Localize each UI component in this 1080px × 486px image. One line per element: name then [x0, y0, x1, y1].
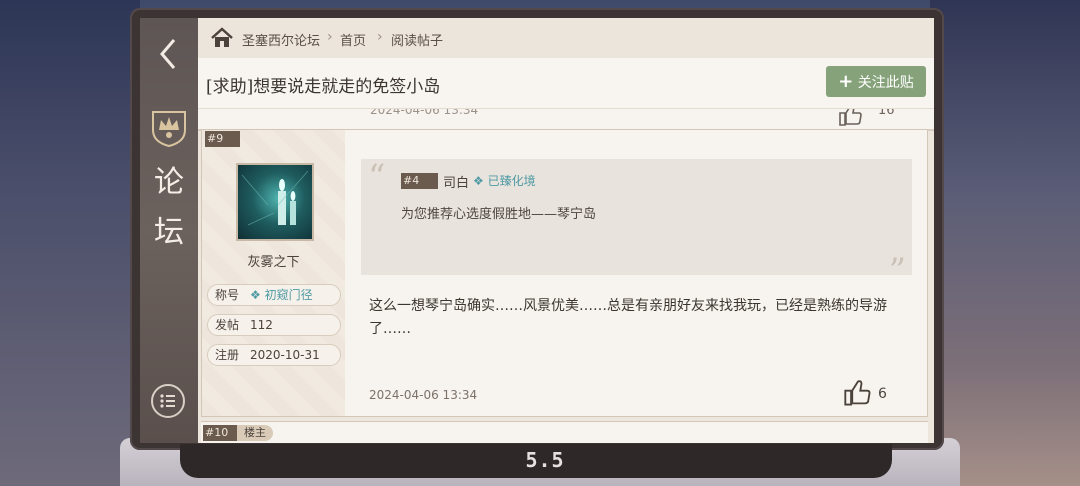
follow-thread-button[interactable]: + 关注此贴	[826, 66, 926, 97]
breadcrumb-home[interactable]: 首页	[340, 30, 366, 49]
post-date: 2024-04-06 13:34	[369, 388, 478, 402]
background-left	[0, 0, 140, 486]
post-card: #9 灰雾之下 称号 ❖ 初窥门径 发帖 112 注册 2020-10-31 “…	[201, 129, 928, 417]
breadcrumb-separator-icon: ›	[377, 29, 383, 45]
plus-icon: +	[838, 71, 854, 92]
next-post-header: #10 楼主	[201, 421, 928, 443]
breadcrumb-forum[interactable]: 圣塞西尔论坛	[242, 30, 320, 49]
author-name[interactable]: 灰雾之下	[202, 251, 345, 270]
like-count: 6	[878, 386, 887, 402]
quote-block: “ ” #4 司白 ❖ 已臻化境 为您推荐心选度假胜地——琴宁岛	[361, 157, 912, 291]
info-key: 发帖	[215, 318, 240, 332]
quote-floor-number: #4	[401, 173, 438, 189]
thumbs-up-icon[interactable]	[838, 109, 864, 127]
author-title-row: 称号 ❖ 初窥门径	[207, 284, 341, 306]
sidebar-title-line2: 坛	[154, 215, 184, 250]
author-registered-row: 注册 2020-10-31	[207, 344, 341, 366]
info-key: 注册	[215, 348, 240, 362]
post-body-panel: “ ” #4 司白 ❖ 已臻化境 为您推荐心选度假胜地——琴宁岛 这么一想琴宁岛…	[345, 130, 927, 416]
quote-author-badge: ❖ 已臻化境	[473, 174, 536, 188]
list-menu-icon	[160, 394, 175, 408]
back-button[interactable]	[150, 32, 188, 76]
thread-header: [求助]想要说走就走的免签小岛 + 关注此贴	[198, 58, 934, 109]
device-brand: 5.5	[525, 448, 565, 472]
chevron-left-icon	[160, 39, 176, 69]
forum-screen: 论 坛 圣塞西尔论坛 › 首页 › 阅读帖子 [求助]想要说走就走的免签小岛 +…	[140, 18, 934, 443]
sidebar: 论 坛	[140, 18, 198, 443]
floor-number: #9	[205, 131, 240, 147]
floor-number: #10	[203, 425, 239, 441]
background-right	[930, 0, 1080, 486]
info-value: 2020-10-31	[250, 348, 320, 362]
home-icon[interactable]	[210, 27, 234, 49]
sidebar-title-line1: 论	[154, 165, 184, 200]
author-posts-row: 发帖 112	[207, 314, 341, 336]
previous-post-date: 2024-04-06 13:34	[370, 109, 479, 117]
post-body: 这么一想琴宁岛确实……风景优美……总是有亲朋好友来找我玩，已经是熟练的导游了……	[369, 298, 887, 337]
previous-post-likes: 16	[878, 109, 895, 118]
post-list[interactable]: 2024-04-06 13:34 16 #9 灰雾之下 称号 ❖ 初窥门径 发帖…	[198, 109, 934, 443]
info-value: ❖ 初窥门径	[250, 288, 313, 302]
candle-avatar-icon	[241, 170, 309, 226]
quote-close-icon: ”	[888, 251, 906, 291]
thumbs-up-icon[interactable]	[843, 378, 873, 408]
crown-shield-icon	[147, 104, 191, 148]
follow-thread-label: 关注此贴	[857, 75, 914, 91]
previous-post-tail: 2024-04-06 13:34 16	[198, 109, 934, 131]
thread-title: [求助]想要说走就走的免签小岛	[206, 77, 441, 97]
quote-open-icon: “	[368, 157, 386, 197]
info-key: 称号	[215, 288, 240, 302]
level-badge-icon: ❖	[473, 174, 484, 188]
breadcrumb-current: 阅读帖子	[391, 34, 444, 49]
author-panel: #9 灰雾之下 称号 ❖ 初窥门径 发帖 112 注册 2020-10-31	[202, 130, 345, 416]
info-value: 112	[250, 318, 273, 332]
level-badge-icon: ❖	[250, 288, 261, 302]
breadcrumb-separator-icon: ›	[327, 29, 333, 45]
op-badge: 楼主	[237, 425, 273, 441]
menu-button[interactable]	[151, 384, 185, 418]
quote-author[interactable]: 司白	[443, 172, 469, 191]
avatar[interactable]	[236, 163, 314, 241]
quote-text: 为您推荐心选度假胜地——琴宁岛	[401, 207, 597, 222]
sidebar-title: 论 坛	[148, 158, 190, 258]
breadcrumb: 圣塞西尔论坛 › 首页 › 阅读帖子	[198, 18, 934, 59]
